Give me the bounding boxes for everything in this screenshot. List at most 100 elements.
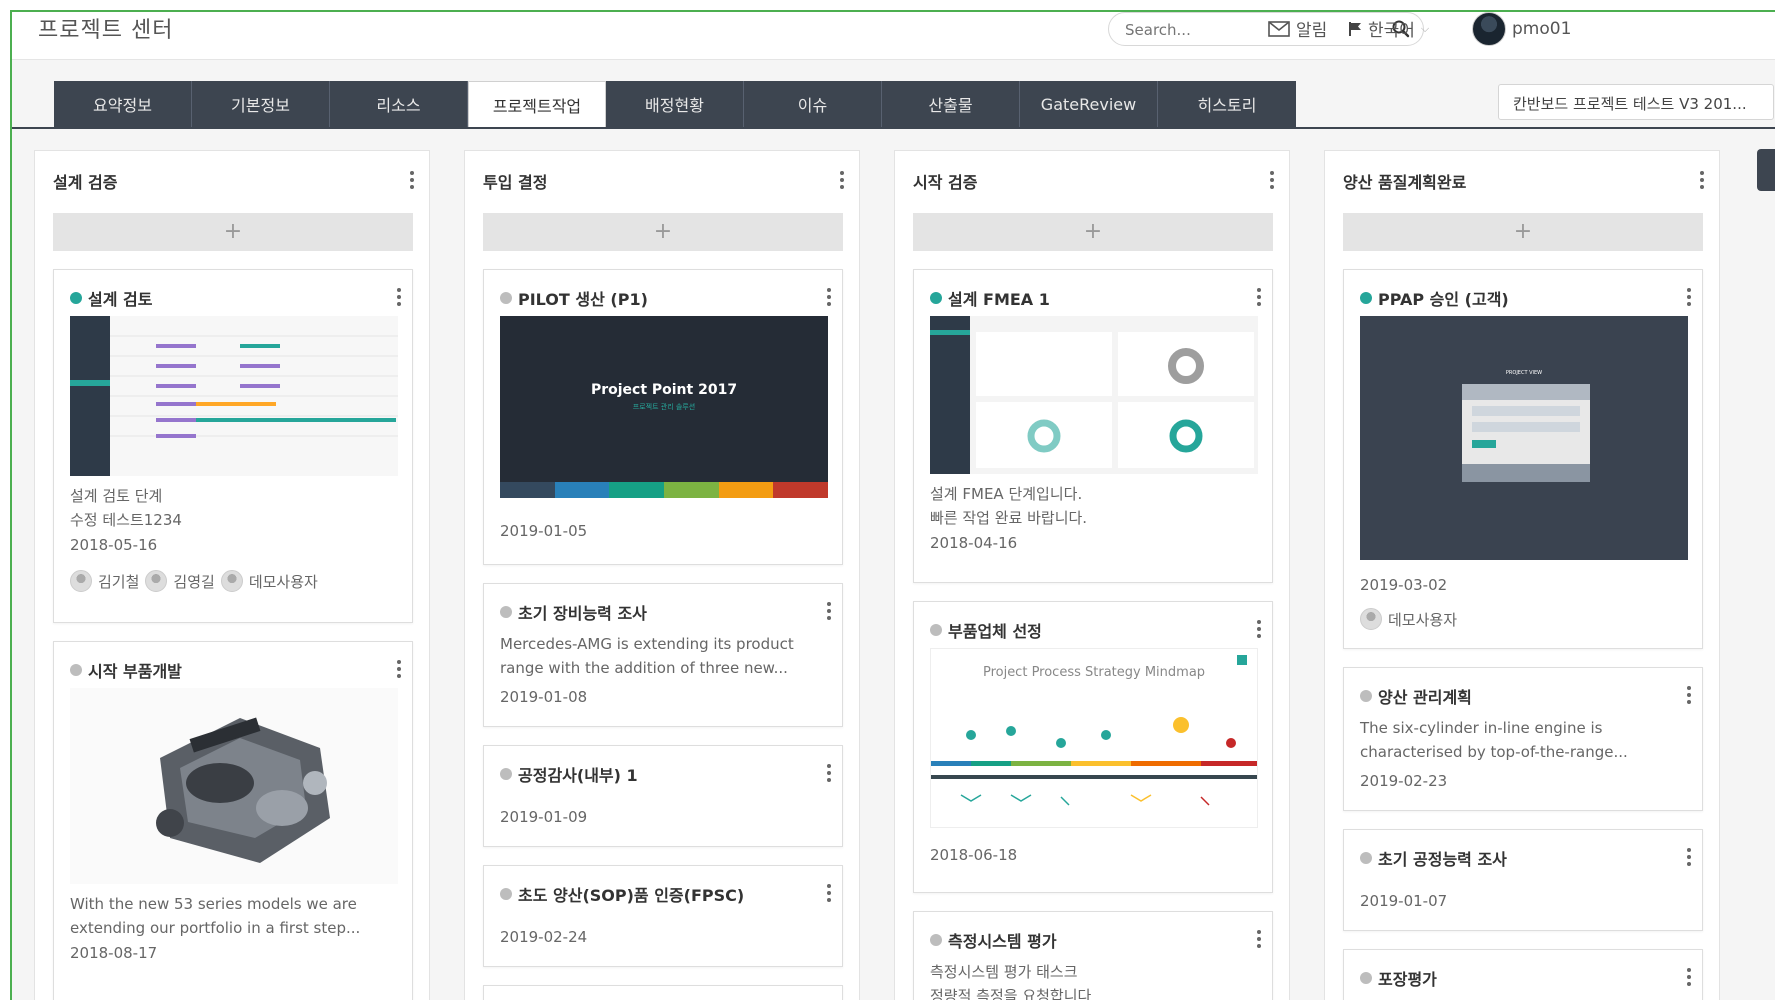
user-avatar-icon [145, 570, 168, 592]
card-menu-icon[interactable] [1686, 288, 1692, 306]
card-description-line: 설계 검토 단계 [70, 487, 163, 505]
tab-summary[interactable]: 요약정보 [54, 81, 192, 127]
task-card[interactable]: 설계 검토 설계 검토 단계 수정 테스트1234 2018-05-16 김기철… [53, 269, 413, 623]
search-input[interactable] [1125, 19, 1375, 41]
assignee-list: 김기철 김영길 데모사용자 [70, 570, 318, 592]
tab-resources[interactable]: 리소스 [330, 81, 468, 127]
assignee-name: 데모사용자 [248, 572, 318, 591]
card-menu-icon[interactable] [396, 288, 402, 306]
flag-icon [1349, 21, 1361, 36]
card-title: 초도 양산(SOP)품 인증(FPSC) [518, 886, 745, 905]
tab-basic-info[interactable]: 기본정보 [192, 81, 330, 127]
card-date: 2019-01-05 [500, 522, 588, 540]
card-menu-icon[interactable] [396, 660, 402, 678]
status-dot [500, 292, 512, 304]
task-card[interactable]: 초도 양산(SOP)품 인증(FPSC) 2019-02-24 [483, 865, 843, 967]
status-dot [930, 934, 942, 946]
card-title: 초기 장비능력 조사 [518, 604, 647, 623]
card-menu-icon[interactable] [1686, 848, 1692, 866]
chevron-down-icon: ⌵ [1420, 21, 1430, 35]
avatar [1472, 12, 1506, 46]
task-card[interactable]: 초기 장비능력 조사 Mercedes-AMG is extending its… [483, 583, 843, 727]
column-menu-icon[interactable] [409, 171, 415, 189]
card-description-line: characterised by top-of-the-range... [1360, 743, 1628, 761]
card-date: 2018-05-16 [70, 536, 158, 554]
card-title: 설계 FMEA 1 [948, 290, 1050, 309]
card-menu-icon[interactable] [1686, 686, 1692, 704]
status-dot [930, 624, 942, 636]
task-card[interactable]: PPAP 승인 (고객) PROJECT VIEW 2019-03-02 데모사… [1343, 269, 1703, 649]
card-date: 2019-01-08 [500, 688, 588, 706]
add-card-button[interactable]: + [1343, 213, 1703, 251]
card-date: 2019-01-07 [1360, 892, 1448, 910]
card-date: 2019-02-23 [1360, 772, 1448, 790]
task-card[interactable]: 초기 공정능력 조사 2019-01-07 [1343, 829, 1703, 931]
add-column-button[interactable]: + [1757, 149, 1775, 191]
tab-bar-underline [12, 127, 1775, 129]
card-description-line: 정량적 측정을 요청합니다 [930, 987, 1092, 1000]
tab-history[interactable]: 히스토리 [1158, 81, 1296, 127]
assignee-name: 김기철 [98, 572, 140, 591]
column-menu-icon[interactable] [1699, 171, 1705, 189]
card-menu-icon[interactable] [1256, 288, 1262, 306]
column-title: 투입 결정 [483, 173, 548, 192]
gantt-thumbnail [70, 316, 398, 476]
task-card[interactable]: 포장평가 [1343, 949, 1703, 1000]
assignee-name: 김영길 [173, 572, 215, 591]
task-card[interactable]: 시작 부품개발 With the new 53 series models we… [53, 641, 413, 1000]
task-card[interactable]: 부품업체 선정 Project Process Strategy Mindmap… [913, 601, 1273, 893]
user-avatar-icon [220, 570, 243, 592]
card-menu-icon[interactable] [826, 884, 832, 902]
card-title: 설계 검토 [88, 290, 153, 309]
tab-gate-review[interactable]: GateReview [1020, 81, 1158, 127]
task-card[interactable]: 설계 FMEA 1 설계 FMEA 단계입니다. 빠른 작업 완료 바랍니다. … [913, 269, 1273, 583]
add-card-button[interactable]: + [913, 213, 1273, 251]
card-title: 공정감사(내부) 1 [518, 766, 638, 785]
card-menu-icon[interactable] [1686, 968, 1692, 986]
mail-icon [1268, 20, 1290, 37]
task-card[interactable]: 양산 관리계획 The six-cylinder in-line engine … [1343, 667, 1703, 811]
task-card[interactable]: PILOT 생산 (P1) Project Point 2017 프로젝트 관리… [483, 269, 843, 565]
color-strip [500, 482, 828, 498]
alerts-label: 알림 [1296, 21, 1328, 41]
card-menu-icon[interactable] [826, 764, 832, 782]
status-dot [500, 768, 512, 780]
card-title: 양산 관리계획 [1378, 688, 1472, 707]
tab-issues[interactable]: 이슈 [744, 81, 882, 127]
thumbnail-title: PROJECT VIEW [1505, 370, 1543, 376]
thumbnail-title: Project Process Strategy Mindmap [982, 665, 1206, 680]
card-title: 초기 공정능력 조사 [1378, 850, 1507, 869]
tab-deliverables[interactable]: 산출물 [882, 81, 1020, 127]
card-menu-icon[interactable] [826, 602, 832, 620]
kanban-column: 설계 검증 + 설계 검토 설계 검토 단계 수정 테스트1234 2018-0… [34, 150, 430, 1000]
language-select[interactable]: 한국어 ⌵ [1348, 16, 1429, 41]
dashboard-thumbnail [930, 316, 1258, 474]
task-card[interactable]: 측정시스템 평가 측정시스템 평가 태스크 정량적 측정을 요청합니다 [913, 911, 1273, 1000]
column-menu-icon[interactable] [839, 171, 845, 189]
column-menu-icon[interactable] [1269, 171, 1275, 189]
task-card[interactable]: 공정감사(내부) 1 2019-01-09 [483, 745, 843, 847]
thumbnail-title: Project Point 2017 [590, 382, 738, 398]
card-menu-icon[interactable] [826, 288, 832, 306]
card-date: 2018-06-18 [930, 846, 1018, 864]
assignee-list: 데모사용자 [1360, 608, 1457, 630]
card-date: 2019-01-09 [500, 808, 588, 826]
card-description-line: range with the addition of three new... [500, 659, 788, 677]
card-date: 2018-04-16 [930, 534, 1018, 552]
add-card-button[interactable]: + [483, 213, 843, 251]
user-menu[interactable]: pmo01 [1472, 12, 1571, 46]
task-card[interactable] [483, 985, 843, 1000]
card-menu-icon[interactable] [1256, 620, 1262, 638]
card-menu-icon[interactable] [1256, 930, 1262, 948]
tab-assignments[interactable]: 배정현황 [606, 81, 744, 127]
card-title: 부품업체 선정 [948, 622, 1042, 641]
project-select[interactable]: 칸반보드 프로젝트 테스트 V3 201... [1498, 84, 1774, 120]
mindmap-thumbnail: Project Process Strategy Mindmap [930, 648, 1258, 828]
tab-project-tasks[interactable]: 프로젝트작업 [468, 81, 606, 127]
add-card-button[interactable]: + [53, 213, 413, 251]
status-dot [930, 292, 942, 304]
alerts-link[interactable]: 알림 [1268, 16, 1327, 41]
language-label: 한국어 [1368, 21, 1415, 41]
card-date: 2019-02-24 [500, 928, 588, 946]
top-bar: 프로젝트 센터 알림 한국어 ⌵ pmo01 [12, 12, 1775, 60]
